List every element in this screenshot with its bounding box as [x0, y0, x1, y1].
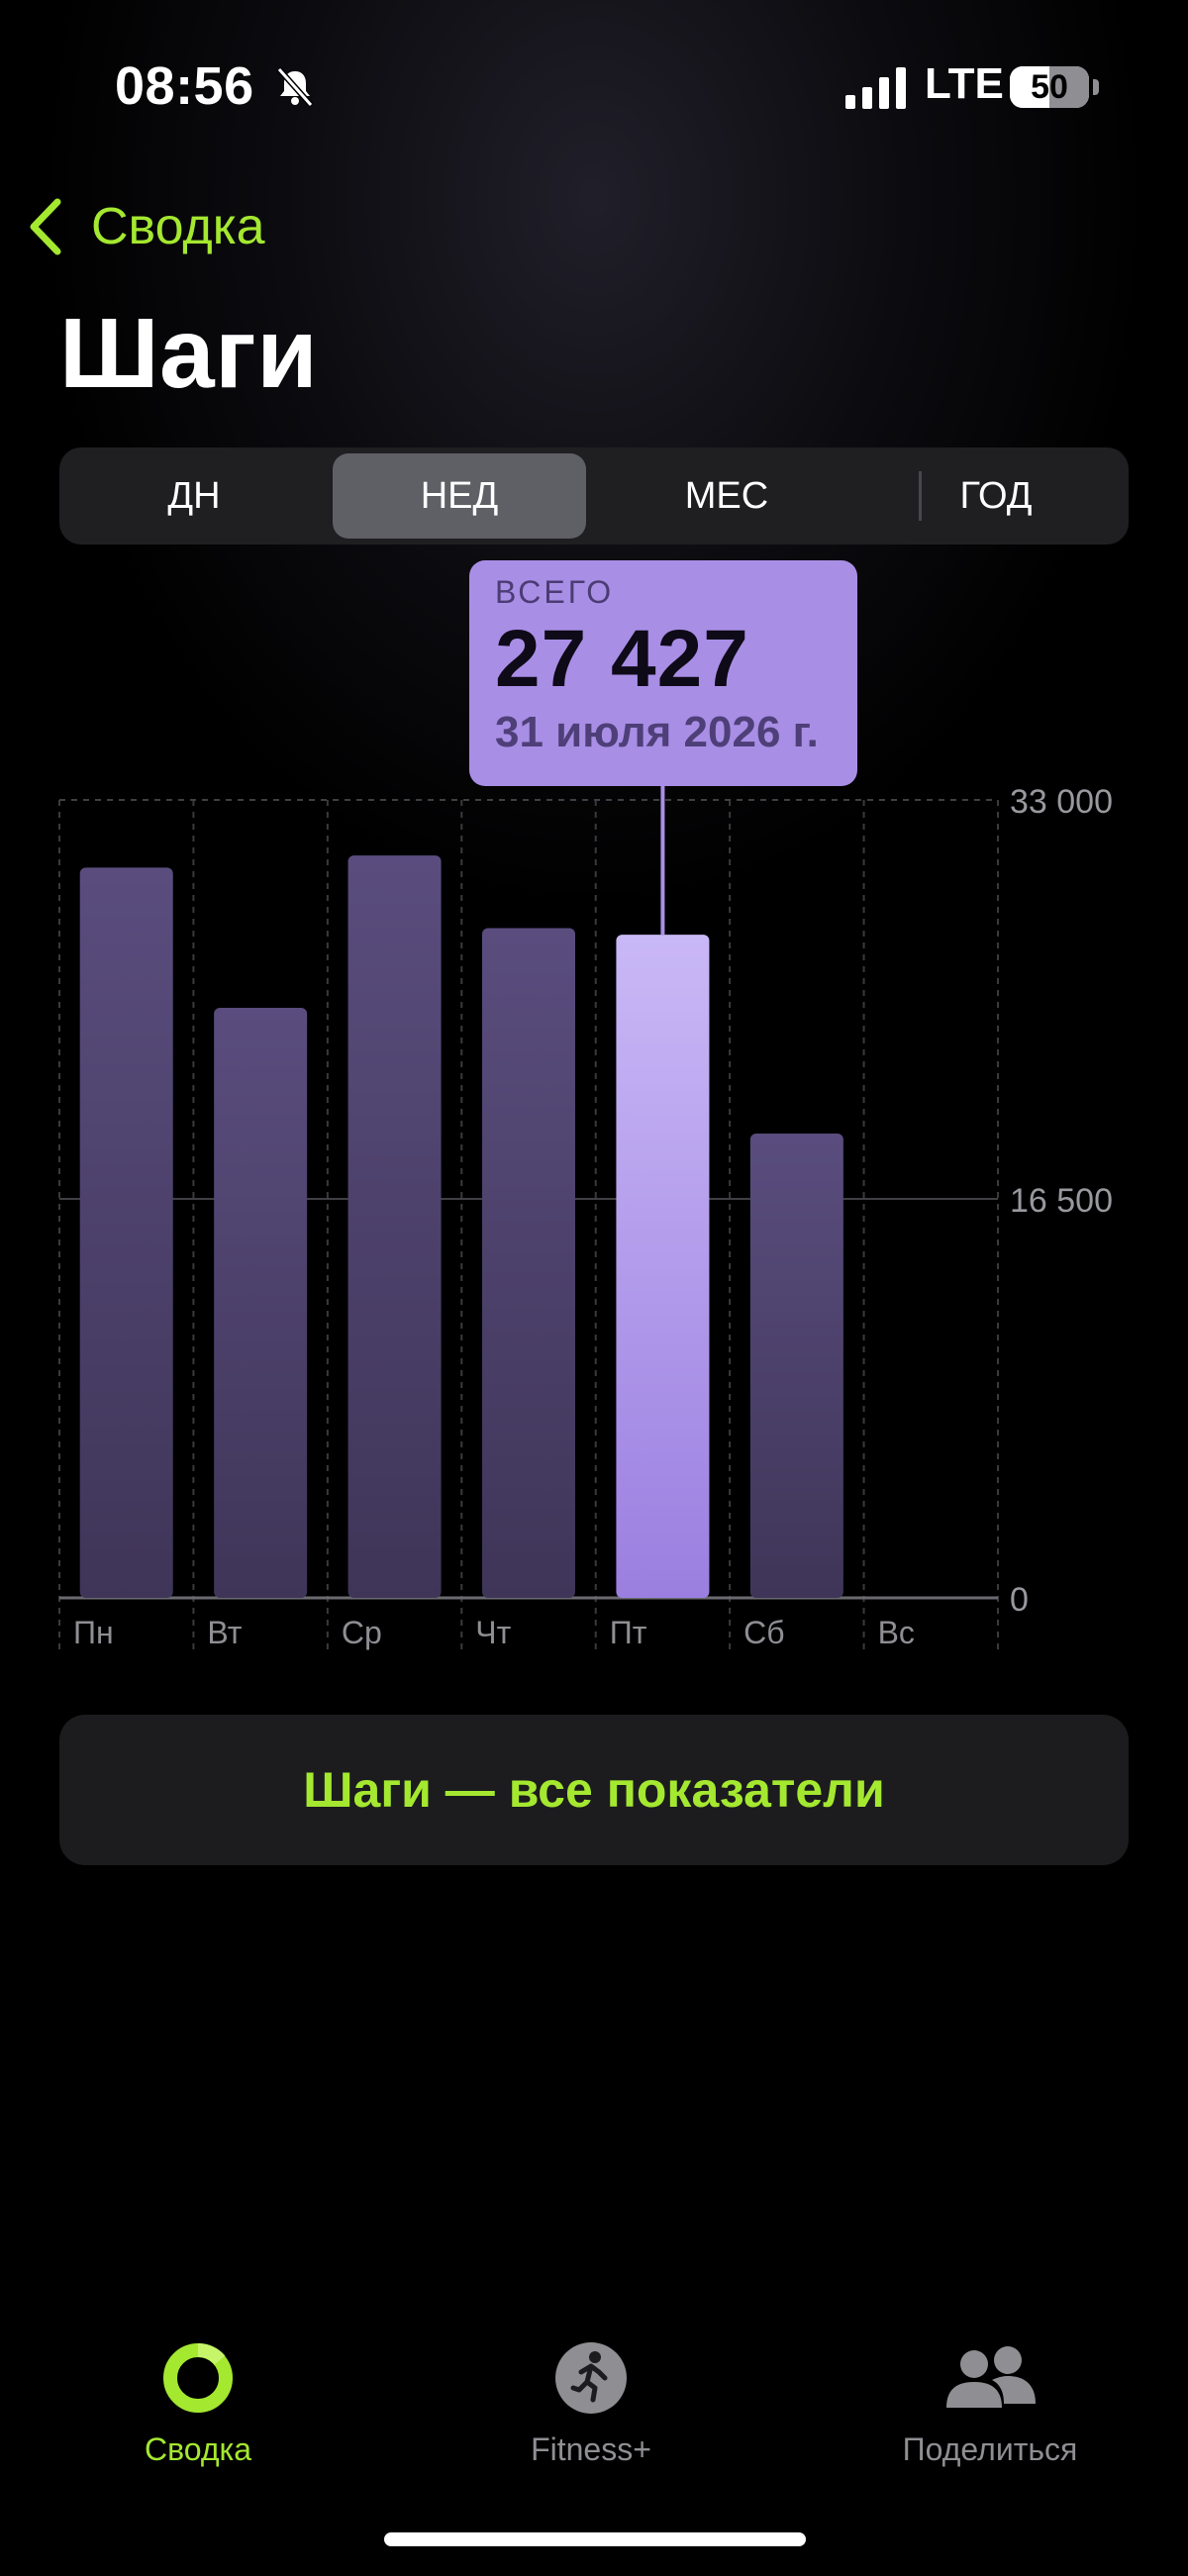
y-tick-label: 0	[1010, 1581, 1029, 1619]
x-tick-label: Пн	[73, 1615, 114, 1650]
y-tick-label: 16 500	[1010, 1182, 1113, 1220]
x-tick-label: Ср	[342, 1615, 382, 1650]
x-tick-label: Пт	[610, 1615, 647, 1650]
battery-nub	[1093, 79, 1099, 95]
tab-summary[interactable]: Сводка	[99, 2338, 297, 2468]
page-title: Шаги	[59, 298, 319, 409]
back-label: Сводка	[91, 198, 265, 255]
home-indicator[interactable]	[384, 2532, 806, 2546]
cellular-signal-icon	[845, 67, 906, 109]
selected-bar-tooltip: ВСЕГО 27 427 31 июля 2026 г.	[469, 560, 857, 786]
bell-slash-icon	[276, 67, 314, 107]
status-time: 08:56	[115, 56, 254, 116]
x-tick-label: Вт	[207, 1615, 242, 1650]
people-icon	[946, 2346, 1036, 2408]
bar	[749, 1134, 843, 1598]
x-tick-label: Чт	[475, 1615, 511, 1650]
period-segmented-control: ДН НЕД МЕС ГОД	[59, 447, 1129, 545]
segment-month[interactable]: МЕС	[600, 453, 853, 539]
activity-ring-icon	[163, 2343, 233, 2413]
bar	[482, 928, 575, 1598]
network-type: LTE	[925, 59, 1004, 108]
tab-sharing-label: Поделиться	[902, 2431, 1078, 2467]
tab-sharing[interactable]: Поделиться	[871, 2338, 1109, 2468]
bar	[79, 867, 173, 1598]
segment-day[interactable]: ДН	[67, 453, 321, 539]
bar	[347, 855, 442, 1598]
chevron-left-icon	[30, 198, 61, 255]
back-button[interactable]: Сводка	[26, 196, 265, 257]
all-metrics-button[interactable]: Шаги — все показатели	[59, 1715, 1129, 1865]
segment-week[interactable]: НЕД	[333, 453, 586, 539]
tab-fitness-plus[interactable]: Fitness+	[492, 2338, 690, 2468]
x-tick-label: Сб	[743, 1615, 784, 1650]
tab-fitness-plus-label: Fitness+	[531, 2431, 651, 2467]
segment-year[interactable]: ГОД	[869, 453, 1123, 539]
battery-level: 50	[1031, 67, 1068, 106]
bar-selected	[616, 935, 710, 1598]
tooltip-value: 27 427	[495, 614, 749, 704]
x-tick-label: Вс	[878, 1615, 915, 1650]
tooltip-label: ВСЕГО	[495, 574, 615, 610]
battery-icon: 50	[1010, 66, 1089, 108]
running-figure-icon	[555, 2342, 627, 2414]
tab-summary-label: Сводка	[144, 2431, 251, 2467]
y-tick-label: 33 000	[1010, 783, 1113, 821]
bar	[214, 1008, 308, 1598]
tooltip-date: 31 июля 2026 г.	[495, 708, 819, 756]
